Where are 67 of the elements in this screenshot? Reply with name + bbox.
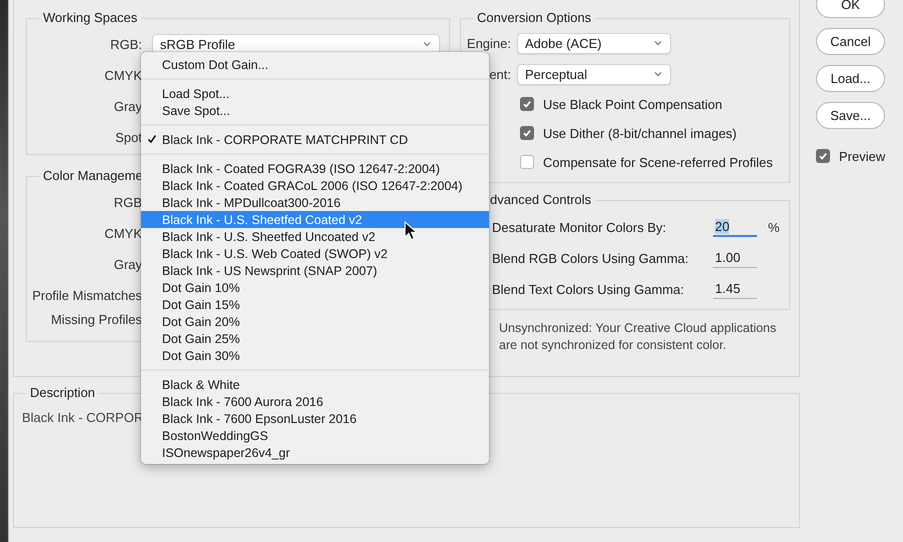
group-title: Conversion Options xyxy=(473,10,596,26)
menu-item[interactable]: BostonWeddingGS xyxy=(141,427,489,444)
dialog-button[interactable]: Load... xyxy=(816,65,885,92)
dropdown[interactable]: Perceptual xyxy=(517,64,671,84)
menu-item[interactable]: Black Ink - 7600 Aurora 2016 xyxy=(141,393,489,410)
field-label: Gray xyxy=(112,98,142,114)
cursor-icon xyxy=(404,221,418,241)
checkbox[interactable] xyxy=(816,149,830,163)
field-label: Missing Profiles xyxy=(50,312,142,326)
menu-item[interactable]: Black Ink - U.S. Web Coated (SWOP) v2 xyxy=(141,245,489,262)
checkbox[interactable] xyxy=(520,126,534,140)
checkmark-icon xyxy=(818,151,828,161)
checkbox[interactable] xyxy=(520,97,534,111)
menu-item[interactable]: Black Ink - US Newsprint (SNAP 2007) xyxy=(141,262,489,279)
group-title: Description xyxy=(26,385,100,401)
chevron-icon xyxy=(654,71,662,77)
field-label: CMYK xyxy=(103,68,142,82)
field-label: CMYK xyxy=(103,226,142,240)
input-field[interactable]: 1.45 xyxy=(713,279,757,299)
sync-message: Unsynchronized: Your Creative Cloud applications are not synchronized for consistent color. xyxy=(499,320,778,354)
unit-label: % xyxy=(768,220,780,234)
selected-text: 20 xyxy=(715,219,730,234)
field-label: Engine: xyxy=(466,36,511,50)
menu-item[interactable]: Save Spot... xyxy=(141,102,489,119)
checkbox[interactable] xyxy=(520,155,534,169)
field-label: RGB xyxy=(112,194,142,210)
chevron-icon xyxy=(654,40,662,46)
menu-item[interactable]: Dot Gain 30% xyxy=(141,347,489,364)
checkmark-icon xyxy=(522,128,532,138)
checkbox-label: Use Dither (8-bit/channel images) xyxy=(543,126,737,140)
dialog-button[interactable]: Save... xyxy=(816,102,885,129)
menu-item[interactable]: ISOnewspaper26v4_gr xyxy=(141,444,489,461)
menu-item[interactable]: Dot Gain 10% xyxy=(141,279,489,296)
group-title: Working Spaces xyxy=(39,10,142,26)
checkbox-label: Preview xyxy=(839,148,886,164)
chevron-icon xyxy=(423,41,431,47)
menu-item[interactable]: Black Ink - U.S. Sheetfed Uncoated v2 xyxy=(141,228,489,245)
field-value: 1.00 xyxy=(715,250,740,265)
field-label: Blend RGB Colors Using Gamma: xyxy=(492,250,690,266)
menu-item[interactable]: Dot Gain 25% xyxy=(141,330,489,347)
menu-item[interactable]: Dot Gain 15% xyxy=(141,296,489,313)
field-label: Profile Mismatches xyxy=(31,288,142,302)
dropdown[interactable]: Adobe (ACE) xyxy=(517,32,671,54)
menu-item[interactable]: Dot Gain 20% xyxy=(141,313,489,330)
field-label: Desaturate Monitor Colors By: xyxy=(492,220,668,234)
checkbox-label: Use Black Point Compensation xyxy=(543,96,722,112)
field-value: 1.45 xyxy=(715,281,740,296)
input-field[interactable]: 20 xyxy=(713,217,757,237)
dialog-button[interactable]: Cancel xyxy=(816,28,885,55)
description-text: Black Ink - CORPOR xyxy=(22,410,144,425)
input-field[interactable]: 1.00 xyxy=(713,248,757,268)
menu-item[interactable]: Black Ink - MPDullcoat300-2016 xyxy=(141,194,489,211)
field-label: Blend Text Colors Using Gamma: xyxy=(492,282,685,296)
menu-item[interactable]: Custom Dot Gain... xyxy=(141,56,489,73)
menu-item[interactable]: Black Ink - U.S. Sheetfed Coated v2 xyxy=(141,211,489,228)
menu-item[interactable]: Black Ink - CORPORATE MATCHPRINT CD xyxy=(141,131,489,148)
menu-item[interactable]: Black Ink - 7600 EpsonLuster 2016 xyxy=(141,410,489,427)
checkbox-label: Compensate for Scene-referred Profiles xyxy=(543,154,773,170)
field-label: Spot xyxy=(114,130,142,144)
dialog-button[interactable]: OK xyxy=(816,0,885,18)
field-label: Gray xyxy=(112,256,142,272)
dropdown[interactable]: sRGB Profile xyxy=(152,34,440,54)
checkmark-icon xyxy=(522,99,532,109)
menu-item[interactable]: Black & White xyxy=(141,376,489,393)
menu-item[interactable]: Load Spot... xyxy=(141,85,489,102)
field-label: RGB: xyxy=(109,36,142,52)
field-label: ent: xyxy=(488,66,511,82)
